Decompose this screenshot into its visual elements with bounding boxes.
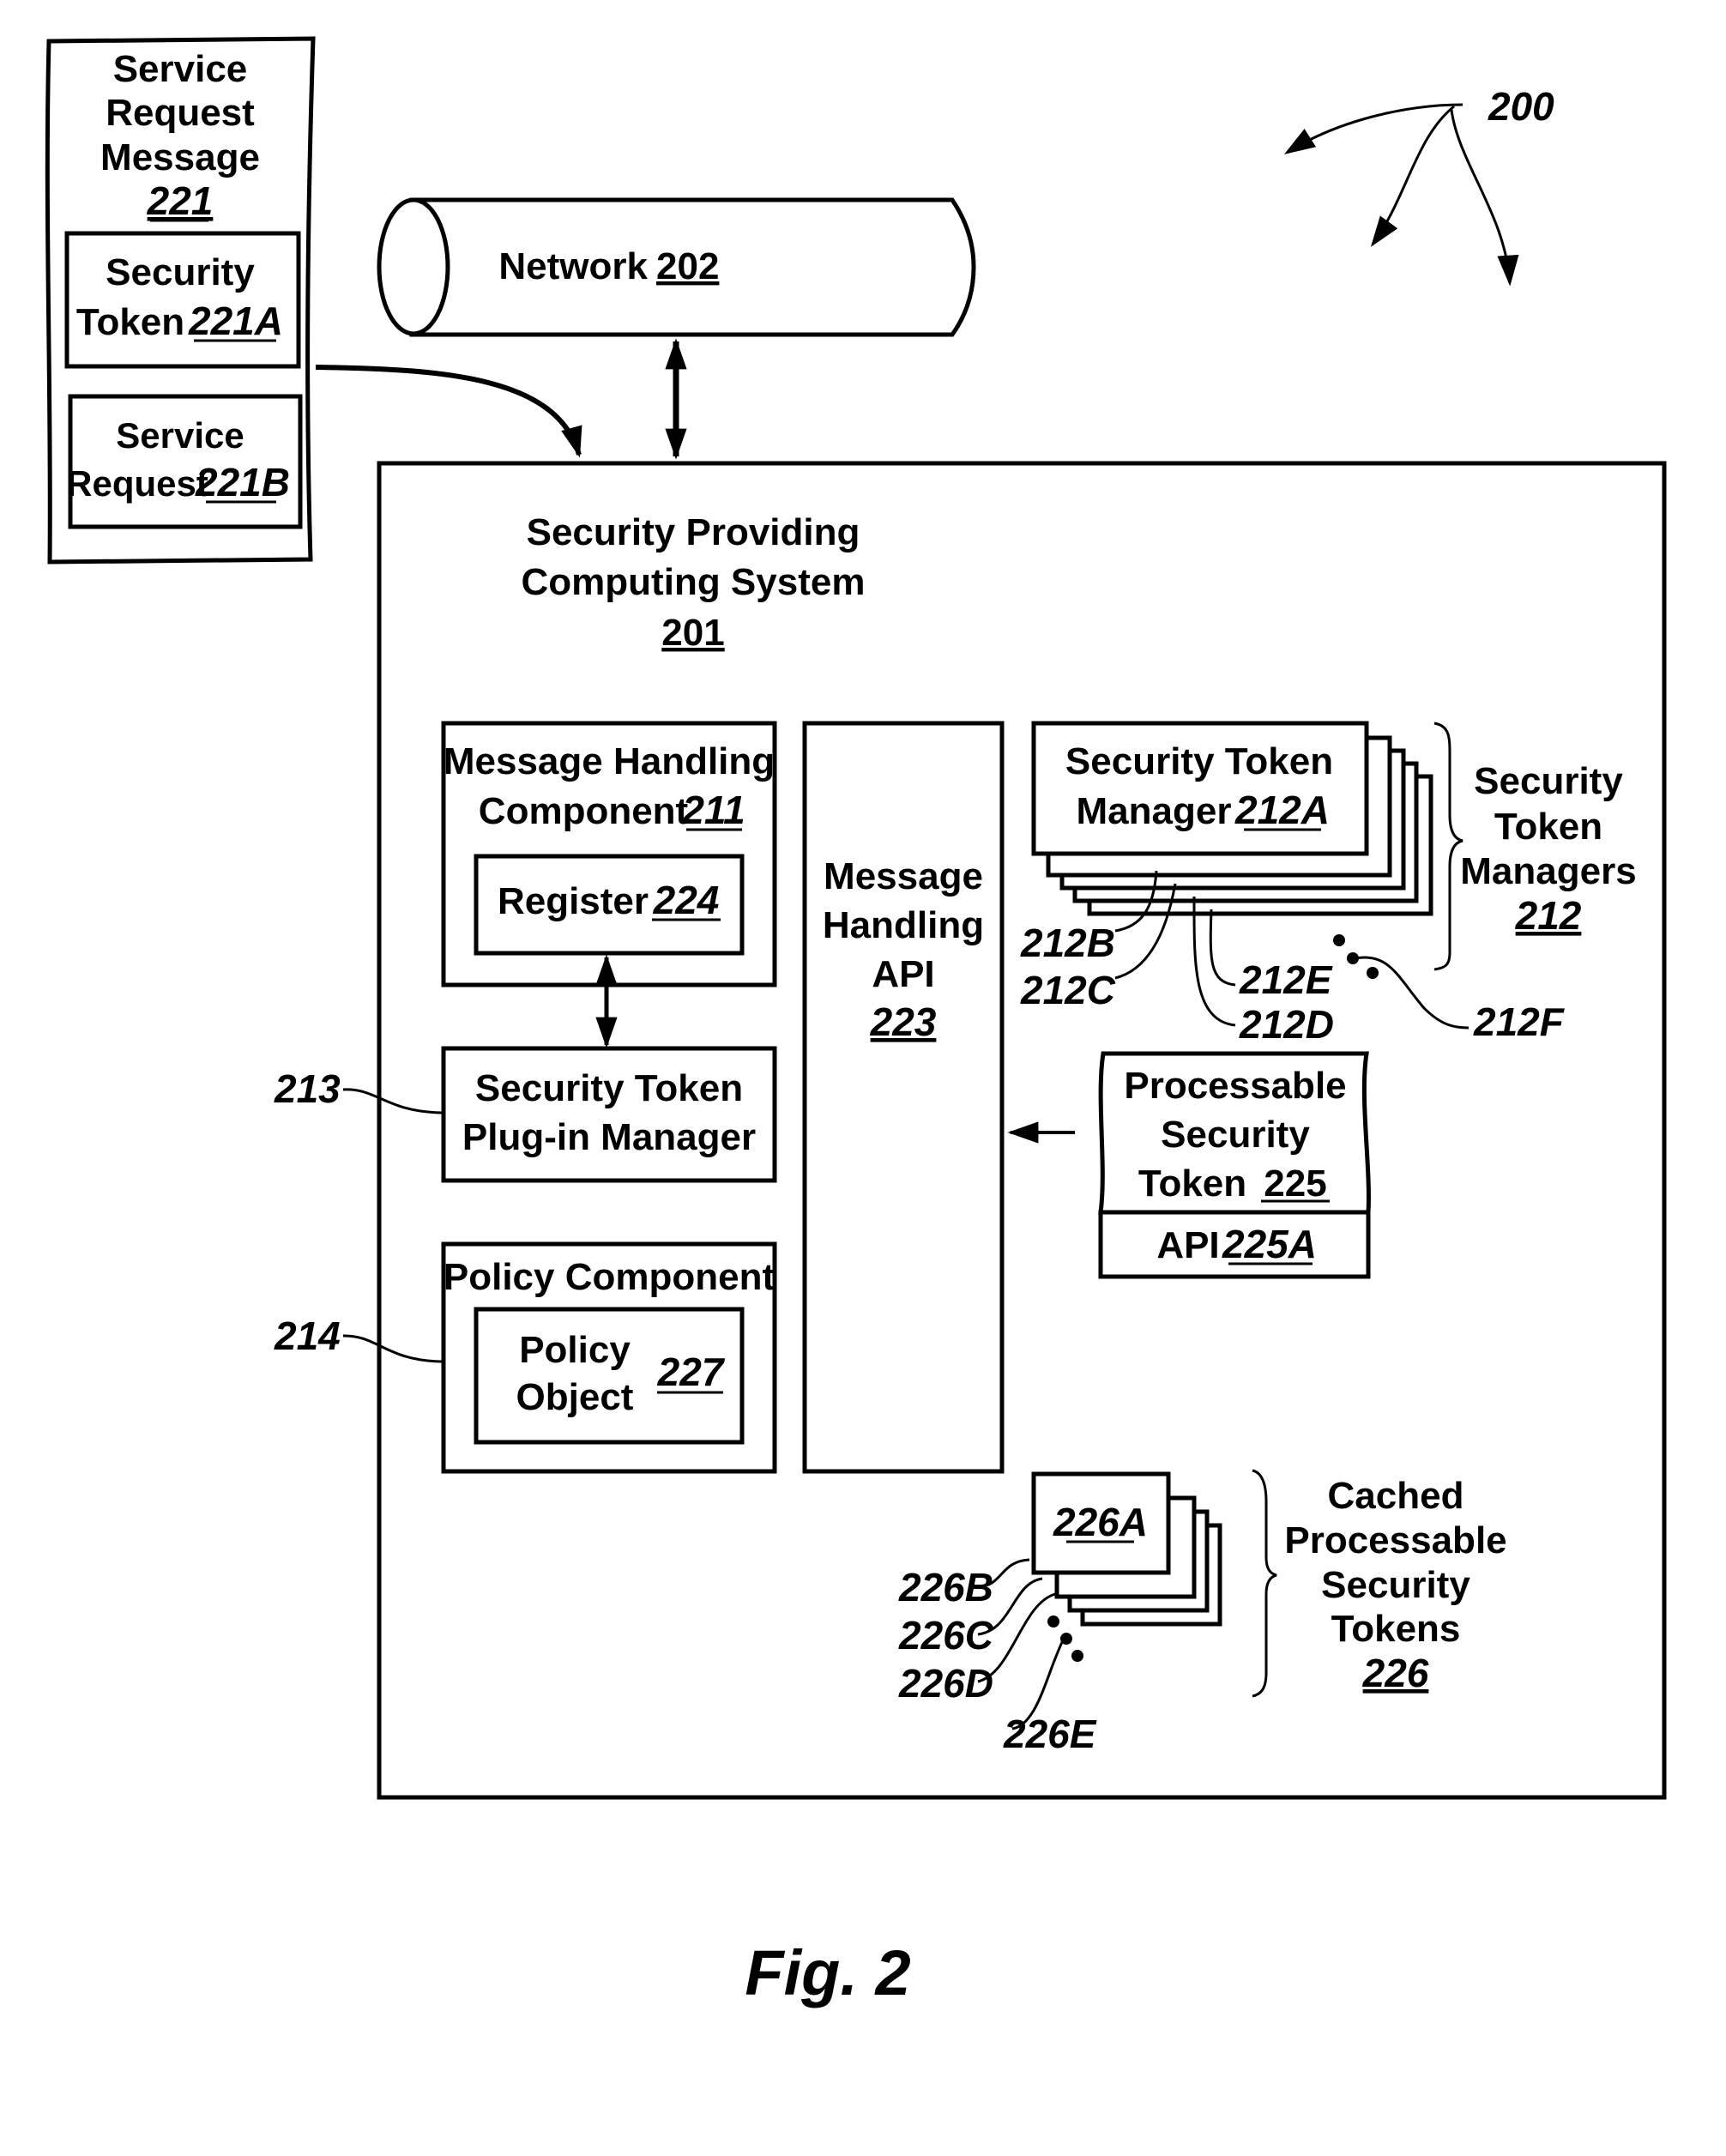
tm-group-line-2: Token xyxy=(1494,806,1602,848)
mhc-line-1: Message Handling xyxy=(444,740,775,782)
srm-line-2: Request xyxy=(106,92,255,134)
mh-api-ref: 223 xyxy=(870,999,937,1044)
pt-ref: 225 xyxy=(1264,1163,1326,1205)
tm-212a-line-1: Security Token xyxy=(1065,740,1333,782)
register-ref: 224 xyxy=(653,878,720,922)
ct-226a-ref: 226A xyxy=(1053,1500,1148,1544)
srm-line-3: Message xyxy=(100,136,260,178)
sr-221b-line-2: Request xyxy=(66,463,208,504)
pt-line-1: Processable xyxy=(1124,1065,1346,1107)
policy-object-line-2: Object xyxy=(516,1376,634,1418)
policy-object-line-1: Policy xyxy=(519,1329,631,1371)
srm-line-1: Service xyxy=(113,48,248,90)
network-end-cap xyxy=(377,197,450,336)
pt-line-2: Security xyxy=(1161,1114,1310,1156)
ref-200-label: 200 xyxy=(1488,84,1554,129)
api-225a-label: API xyxy=(1156,1224,1219,1266)
mh-api-line-2: Handling xyxy=(823,904,984,946)
tm-212a-ref: 212A xyxy=(1234,788,1330,832)
ct-ref-226b: 226B xyxy=(898,1565,993,1609)
ellipsis-dot xyxy=(1047,1615,1059,1628)
tm-group-line-3: Managers xyxy=(1460,850,1636,892)
srm-ref: 221 xyxy=(147,178,214,223)
api-225a-ref: 225A xyxy=(1222,1222,1317,1266)
plugin-manager-line-1: Security Token xyxy=(475,1067,743,1109)
policy-component-label: Policy Component xyxy=(444,1256,775,1298)
network-ref: 202 xyxy=(656,245,719,287)
pt-line-3: Token xyxy=(1138,1163,1246,1205)
st-221a-ref: 221A xyxy=(188,299,283,343)
system-ref: 201 xyxy=(661,612,724,654)
ct-ref-226e: 226E xyxy=(1003,1712,1097,1756)
tm-212a-line-2: Manager xyxy=(1077,790,1232,832)
policy-component-ref: 214 xyxy=(274,1314,341,1358)
ct-group-ref: 226 xyxy=(1362,1651,1429,1695)
message-handling-component: Message Handling Component 211 Register … xyxy=(441,721,777,987)
mh-api-line-3: API xyxy=(872,953,934,995)
tm-ref-212d: 212D xyxy=(1239,1002,1334,1047)
figure-caption: Fig. 2 xyxy=(745,1937,910,2008)
patent-figure-diagram: 200 Service Request Message 221 Security… xyxy=(45,36,1667,2008)
register-label: Register xyxy=(498,880,649,922)
figure-reference-200: 200 xyxy=(1283,84,1554,287)
message-handling-api-box xyxy=(802,721,1005,1474)
network-cylinder: Network 202 xyxy=(377,197,976,337)
tm-ref-212e: 212E xyxy=(1239,957,1333,1002)
ct-group-line-3: Security xyxy=(1321,1564,1470,1606)
ct-ref-226c: 226C xyxy=(898,1613,994,1658)
system-title-line-2: Computing System xyxy=(522,561,866,603)
ellipsis-dot xyxy=(1333,934,1345,946)
system-title-line-1: Security Providing xyxy=(527,511,860,553)
st-221a-line-2: Token xyxy=(76,301,184,343)
tm-ref-212b: 212B xyxy=(1020,921,1115,965)
sr-221b-ref: 221B xyxy=(195,460,290,504)
ellipsis-dot xyxy=(1367,967,1379,979)
tm-ref-212f: 212F xyxy=(1473,999,1566,1044)
mhc-line-2: Component xyxy=(479,790,689,832)
st-221a-line-1: Security xyxy=(106,251,255,293)
processable-security-token: Processable Security Token 225 API 225A xyxy=(1098,1051,1371,1279)
plugin-manager-line-2: Plug-in Manager xyxy=(462,1116,756,1158)
tm-ref-212c: 212C xyxy=(1020,968,1116,1012)
policy-object-ref: 227 xyxy=(657,1350,726,1394)
plugin-manager-ref: 213 xyxy=(274,1066,341,1111)
ref-200-arrow-middle xyxy=(1370,105,1455,247)
ref-200-arrow-right xyxy=(1450,109,1519,287)
ct-group-line-2: Processable xyxy=(1284,1519,1506,1561)
network-label: Network xyxy=(498,245,648,287)
sr-221b-line-1: Service xyxy=(116,415,244,456)
ct-group-line-4: Tokens xyxy=(1331,1608,1461,1650)
message-to-system-arrow xyxy=(315,365,582,458)
service-request-message: Service Request Message 221 Security Tok… xyxy=(45,36,316,565)
ct-ref-226d: 226D xyxy=(898,1661,993,1706)
ref-200-arrow-left xyxy=(1283,103,1463,154)
mh-api-line-1: Message xyxy=(824,855,983,897)
mhc-ref: 211 xyxy=(681,788,745,832)
tm-group-line-1: Security xyxy=(1474,760,1623,802)
tm-group-ref: 212 xyxy=(1515,893,1582,938)
ct-group-line-1: Cached xyxy=(1328,1475,1464,1517)
ellipsis-dot xyxy=(1071,1650,1083,1662)
